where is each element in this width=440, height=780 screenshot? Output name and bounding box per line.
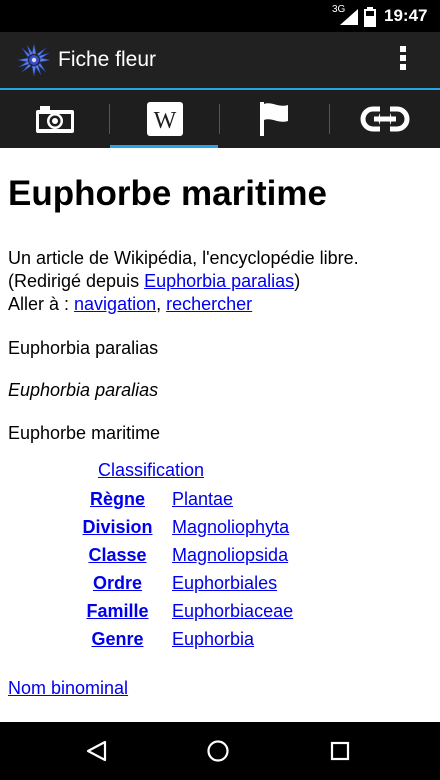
paragraph-2: Euphorbia paralias bbox=[8, 380, 159, 400]
link-icon bbox=[360, 106, 410, 132]
recents-button[interactable] bbox=[320, 734, 360, 768]
home-icon bbox=[207, 740, 229, 762]
binomial-name-link[interactable]: Nom binominal bbox=[8, 678, 128, 699]
redirect-link[interactable]: Euphorbia paralias bbox=[144, 271, 294, 291]
camera-icon bbox=[36, 106, 74, 133]
system-nav-bar bbox=[0, 722, 440, 780]
home-button[interactable] bbox=[198, 734, 238, 768]
clock: 19:47 bbox=[384, 6, 428, 25]
recents-icon bbox=[330, 741, 350, 761]
app-bar: Fiche fleur bbox=[0, 32, 440, 88]
redirect-suffix: ) bbox=[294, 271, 301, 291]
classification-link[interactable]: Classification bbox=[98, 460, 204, 481]
navigation-link[interactable]: navigation bbox=[74, 294, 156, 314]
svg-text:W: W bbox=[154, 108, 177, 134]
wikipedia-icon: W bbox=[147, 102, 183, 136]
back-button[interactable] bbox=[76, 734, 116, 768]
overflow-menu-icon[interactable] bbox=[394, 44, 412, 76]
taxo-row: Ordre Euphorbiales bbox=[0, 573, 440, 601]
intro-line: Un article de Wikipédia, l'encyclopédie … bbox=[8, 248, 359, 268]
taxo-value-link[interactable]: Euphorbiales bbox=[172, 573, 277, 594]
taxo-row: Division Magnoliophyta bbox=[0, 517, 440, 545]
back-icon bbox=[86, 740, 107, 762]
taxo-value-link[interactable]: Magnoliophyta bbox=[172, 517, 289, 538]
paragraph-1: Euphorbia paralias bbox=[8, 338, 159, 358]
goto-separator: , bbox=[156, 294, 167, 314]
tab-flag[interactable] bbox=[220, 90, 330, 148]
article-content: Euphorbe maritime Un article de Wikipédi… bbox=[0, 148, 440, 722]
taxo-value-link[interactable]: Euphorbia bbox=[172, 629, 254, 650]
tab-photo[interactable] bbox=[0, 90, 110, 148]
tab-wikipedia[interactable]: W bbox=[110, 90, 220, 150]
cornflower-icon bbox=[17, 43, 51, 77]
tab-link[interactable] bbox=[330, 90, 440, 148]
taxo-row: Classe Magnoliopsida bbox=[0, 545, 440, 573]
taxo-value-link[interactable]: Magnoliopsida bbox=[172, 545, 288, 566]
taxo-row: Règne Plantae bbox=[0, 489, 440, 517]
search-link[interactable]: rechercher bbox=[166, 294, 252, 314]
article-title: Euphorbe maritime bbox=[8, 174, 327, 213]
goto-prefix: Aller à : bbox=[8, 294, 75, 314]
app-title: Fiche fleur bbox=[58, 48, 157, 71]
flag-icon bbox=[260, 102, 288, 136]
battery-icon bbox=[364, 7, 376, 27]
taxo-value-link[interactable]: Euphorbiaceae bbox=[172, 601, 293, 622]
taxo-row: Genre Euphorbia bbox=[0, 629, 440, 657]
redirect-line: (Redirigé depuis Euphorbia paralias) bbox=[8, 271, 300, 292]
taxo-row: Famille Euphorbiaceae bbox=[0, 601, 440, 629]
redirect-prefix: (Redirigé depuis bbox=[8, 271, 145, 291]
taxo-value-link[interactable]: Plantae bbox=[172, 489, 233, 510]
tab-bar: W bbox=[0, 88, 440, 150]
status-bar: 3G 19:47 bbox=[0, 0, 440, 32]
signal-icon bbox=[340, 9, 358, 25]
paragraph-3: Euphorbe maritime bbox=[8, 423, 161, 443]
goto-line: Aller à : navigation, rechercher bbox=[8, 294, 252, 315]
